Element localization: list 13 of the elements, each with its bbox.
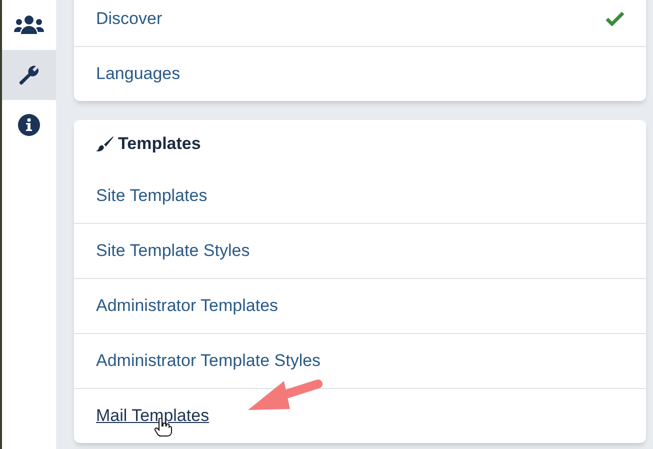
users-icon — [14, 15, 44, 35]
brush-icon — [96, 136, 114, 152]
info-icon — [18, 114, 40, 136]
menu-link[interactable]: Discover — [96, 6, 162, 32]
menu-link[interactable]: Mail Templates — [96, 403, 210, 429]
menu-link[interactable]: Site Template Styles — [96, 238, 250, 264]
wrench-icon — [17, 63, 41, 87]
sidebar-item[interactable] — [2, 50, 56, 100]
menu-link[interactable]: Site Templates — [96, 182, 208, 208]
menu-link[interactable]: Languages — [96, 61, 180, 87]
menu-link[interactable]: Administrator Templates — [96, 293, 278, 319]
card-title: Templates — [118, 133, 201, 156]
menu-link[interactable]: Administrator Template Styles — [96, 348, 321, 374]
